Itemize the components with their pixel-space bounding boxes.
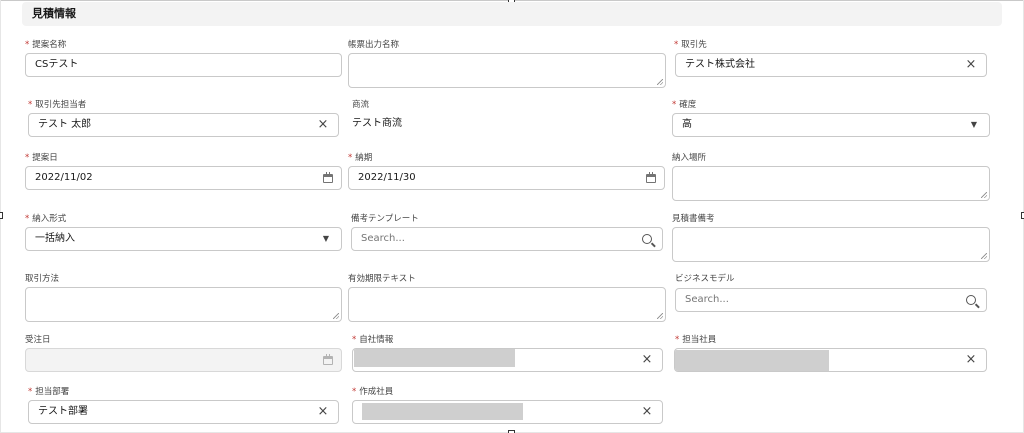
proposal-name-label: * 提案名称 bbox=[25, 40, 67, 50]
business-model-label: ビジネスモデル bbox=[675, 274, 735, 284]
quote-remarks-label: 見積書備考 bbox=[672, 214, 715, 224]
redacted-value bbox=[675, 350, 829, 371]
department-value: テスト部署 bbox=[38, 406, 88, 417]
quote-remarks-textarea[interactable] bbox=[672, 227, 990, 262]
validity-text-label: 有効期限テキスト bbox=[348, 274, 416, 284]
resize-grip-icon[interactable] bbox=[657, 313, 663, 319]
clear-icon[interactable]: × bbox=[963, 349, 979, 371]
remarks-template-placeholder: Search... bbox=[361, 233, 405, 244]
staff-member-label: * 担当社員 bbox=[675, 335, 717, 345]
proposal-name-value: CSテスト bbox=[35, 59, 79, 70]
section-header[interactable]: 見積情報 bbox=[22, 2, 1002, 26]
resize-grip-icon[interactable] bbox=[981, 192, 987, 198]
creator-lookup[interactable]: × bbox=[352, 400, 663, 424]
section-title: 見積情報 bbox=[32, 7, 76, 20]
calendar-icon bbox=[323, 354, 333, 365]
clear-icon[interactable]: × bbox=[639, 349, 655, 371]
calendar-icon[interactable] bbox=[323, 172, 333, 183]
account-label: * 取引先 bbox=[674, 40, 707, 50]
resize-grip-icon[interactable] bbox=[981, 253, 987, 259]
remarks-template-search[interactable]: Search... bbox=[351, 227, 663, 251]
account-value: テスト株式会社 bbox=[685, 59, 755, 70]
chevron-down-icon: ▼ bbox=[322, 234, 330, 243]
delivery-place-textarea[interactable] bbox=[672, 166, 990, 201]
account-contact-value: テスト 太郎 bbox=[38, 119, 92, 130]
commercial-flow-value: テスト商流 bbox=[352, 118, 402, 129]
delivery-place-label: 納入場所 bbox=[672, 153, 707, 163]
company-info-label: * 自社情報 bbox=[352, 335, 394, 345]
proposal-date-label: * 提案日 bbox=[25, 153, 58, 163]
resize-grip-icon[interactable] bbox=[333, 313, 339, 319]
calendar-icon[interactable] bbox=[646, 172, 656, 183]
proposal-date-value: 2022/11/02 bbox=[35, 172, 93, 183]
required-marker: * bbox=[25, 40, 30, 50]
form-output-name-label: 帳票出力名称 bbox=[348, 40, 400, 50]
clear-icon[interactable]: × bbox=[315, 114, 331, 136]
clear-icon[interactable]: × bbox=[963, 54, 979, 76]
order-date-label: 受注日 bbox=[25, 335, 51, 345]
transaction-method-label: 取引方法 bbox=[25, 274, 60, 284]
certainty-label: * 確度 bbox=[672, 100, 697, 110]
redacted-value bbox=[354, 349, 515, 367]
resize-grip-icon[interactable] bbox=[657, 79, 663, 85]
validity-text-textarea[interactable] bbox=[348, 287, 666, 322]
account-lookup[interactable]: テスト株式会社 × bbox=[675, 53, 987, 77]
company-info-lookup[interactable]: × bbox=[352, 348, 663, 372]
proposal-name-input[interactable]: CSテスト bbox=[25, 53, 342, 77]
search-icon bbox=[642, 234, 652, 244]
business-model-search[interactable]: Search... bbox=[675, 288, 987, 312]
delivery-form-select[interactable]: 一括納入 ▼ bbox=[25, 227, 342, 251]
form-output-name-textarea[interactable] bbox=[348, 53, 666, 88]
department-lookup[interactable]: テスト部署 × bbox=[28, 400, 339, 424]
certainty-value: 高 bbox=[682, 119, 692, 130]
delivery-date-value: 2022/11/30 bbox=[358, 172, 416, 183]
creator-label: * 作成社員 bbox=[352, 387, 394, 397]
commercial-flow-label: 商流 bbox=[352, 100, 370, 110]
account-contact-label: * 取引先担当者 bbox=[28, 100, 87, 110]
business-model-placeholder: Search... bbox=[685, 294, 729, 305]
delivery-date-input[interactable]: 2022/11/30 bbox=[348, 166, 665, 190]
remarks-template-label: 備考テンプレート bbox=[351, 214, 419, 224]
staff-member-lookup[interactable]: × bbox=[674, 348, 987, 372]
transaction-method-textarea[interactable] bbox=[25, 287, 342, 322]
clear-icon[interactable]: × bbox=[315, 401, 331, 423]
department-label: * 担当部署 bbox=[28, 387, 70, 397]
account-contact-lookup[interactable]: テスト 太郎 × bbox=[28, 113, 339, 137]
proposal-date-input[interactable]: 2022/11/02 bbox=[25, 166, 342, 190]
clear-icon[interactable]: × bbox=[639, 401, 655, 423]
certainty-select[interactable]: 高 ▼ bbox=[672, 113, 990, 137]
resize-handle-left[interactable] bbox=[0, 212, 3, 219]
search-icon bbox=[966, 295, 976, 305]
delivery-form-value: 一括納入 bbox=[35, 233, 75, 244]
redacted-value bbox=[362, 403, 523, 420]
delivery-form-label: * 納入形式 bbox=[25, 214, 67, 224]
delivery-date-label: * 納期 bbox=[348, 153, 373, 163]
chevron-down-icon: ▼ bbox=[970, 120, 978, 129]
order-date-input bbox=[25, 348, 342, 372]
